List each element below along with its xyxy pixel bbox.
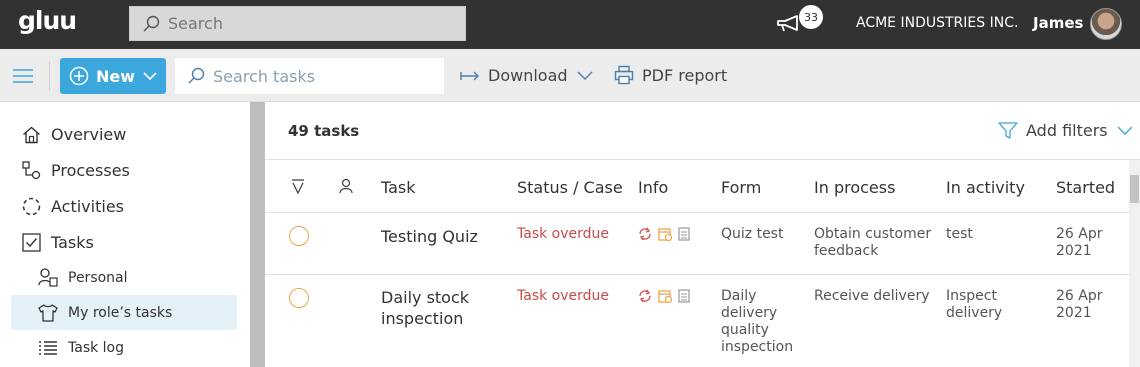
global-search-input[interactable]: Search <box>129 6 466 41</box>
column-header-started[interactable]: Started <box>1056 178 1115 197</box>
calendar-icon <box>658 290 672 303</box>
status-text: Task overdue <box>517 226 610 242</box>
sidebar-scrollbar[interactable] <box>250 102 265 367</box>
status-filter-icon[interactable] <box>290 178 306 194</box>
task-name[interactable]: Testing Quiz <box>381 226 506 247</box>
sidebar-subitem-my-roles-tasks[interactable]: My role’s tasks <box>38 304 172 322</box>
plus-circle-icon <box>69 66 89 86</box>
form-name[interactable]: Quiz test <box>721 226 806 243</box>
sidebar-item-label: Overview <box>51 125 127 144</box>
recurring-icon <box>639 227 651 241</box>
row-divider <box>265 212 1129 213</box>
filter-icon <box>998 121 1018 139</box>
toolbar: New Download PDF report <box>0 49 1140 102</box>
gluu-logo[interactable]: gluu <box>18 6 77 35</box>
form-name[interactable]: Daily delivery quality inspection <box>721 288 803 356</box>
pdf-report-label: PDF report <box>642 65 728 85</box>
chevron-down-icon <box>577 71 593 80</box>
sidebar-item-processes[interactable]: Processes <box>22 161 130 180</box>
notification-badge[interactable]: 33 <box>799 5 823 29</box>
download-label: Download <box>488 66 568 85</box>
sidebar-item-overview[interactable]: Overview <box>22 125 126 144</box>
form-icon <box>678 227 690 241</box>
row-divider <box>265 274 1129 275</box>
chevron-down-icon <box>143 71 157 80</box>
table-scrollbar[interactable] <box>1129 160 1140 367</box>
header-divider <box>265 159 1140 160</box>
status-text: Task overdue <box>517 288 610 304</box>
person-icon <box>38 268 58 287</box>
task-search-field[interactable] <box>175 58 444 94</box>
scrollbar-thumb[interactable] <box>1130 175 1139 203</box>
new-button[interactable]: New <box>60 58 166 94</box>
shirt-icon <box>38 304 58 322</box>
activities-icon <box>22 197 41 216</box>
process-name[interactable]: Receive delivery <box>814 288 939 305</box>
info-icons <box>638 289 690 303</box>
column-header-info[interactable]: Info <box>638 178 668 197</box>
sidebar-item-label: Processes <box>51 161 130 180</box>
sidebar-subitem-label: Task log <box>68 340 125 356</box>
hamburger-menu-icon[interactable] <box>13 69 33 83</box>
assignee-icon[interactable] <box>338 178 354 194</box>
download-button[interactable]: Download <box>460 66 593 85</box>
started-date: 26 Apr 2021 <box>1056 226 1103 259</box>
column-header-form[interactable]: Form <box>721 178 761 197</box>
avatar[interactable] <box>1090 8 1122 40</box>
add-filters-label: Add filters <box>1026 121 1108 140</box>
column-header-in-activity[interactable]: In activity <box>946 178 1025 197</box>
add-filters-button[interactable]: Add filters <box>998 121 1133 140</box>
sidebar-item-activities[interactable]: Activities <box>22 197 124 216</box>
arrow-right-icon <box>460 71 479 80</box>
task-search-input[interactable] <box>213 66 433 86</box>
form-icon <box>678 289 690 303</box>
sidebar-item-label: Tasks <box>51 233 94 252</box>
checkbox-icon <box>22 233 41 252</box>
status-circle-icon[interactable] <box>289 288 309 308</box>
global-search-placeholder: Search <box>168 14 223 33</box>
started-date: 26 Apr 2021 <box>1056 288 1103 321</box>
printer-icon <box>614 65 634 85</box>
pdf-report-button[interactable]: PDF report <box>614 65 727 85</box>
info-icons <box>638 227 690 241</box>
username[interactable]: James <box>1033 14 1083 32</box>
status-circle-icon[interactable] <box>289 226 309 246</box>
process-name[interactable]: Obtain customer feedback <box>814 226 939 260</box>
process-icon <box>22 161 41 180</box>
new-button-label: New <box>96 66 136 86</box>
chevron-down-icon <box>1117 126 1133 135</box>
sidebar-item-tasks[interactable]: Tasks <box>22 233 94 252</box>
sidebar-subitem-label: Personal <box>68 269 128 286</box>
column-header-task[interactable]: Task <box>381 178 416 197</box>
home-icon <box>23 126 40 143</box>
sidebar-subitem-personal[interactable]: Personal <box>38 268 128 287</box>
company-name[interactable]: ACME INDUSTRIES INC. <box>856 15 1018 31</box>
recurring-icon <box>639 289 651 303</box>
task-count: 49 tasks <box>288 122 360 140</box>
sidebar-subitem-task-log[interactable]: Task log <box>38 340 124 356</box>
list-icon <box>39 341 57 355</box>
sidebar-subitem-label: My role’s tasks <box>68 305 173 321</box>
task-name[interactable]: Daily stock inspection <box>381 287 496 329</box>
column-header-in-process[interactable]: In process <box>814 178 895 197</box>
search-icon <box>143 15 160 31</box>
search-icon <box>188 67 205 84</box>
toolbar-divider <box>49 61 50 91</box>
activity-name[interactable]: test <box>946 226 1046 243</box>
activity-name[interactable]: Inspect delivery <box>946 288 1021 322</box>
column-header-status[interactable]: Status / Case <box>517 178 623 197</box>
sidebar-item-label: Activities <box>51 197 124 216</box>
calendar-icon <box>658 228 672 241</box>
